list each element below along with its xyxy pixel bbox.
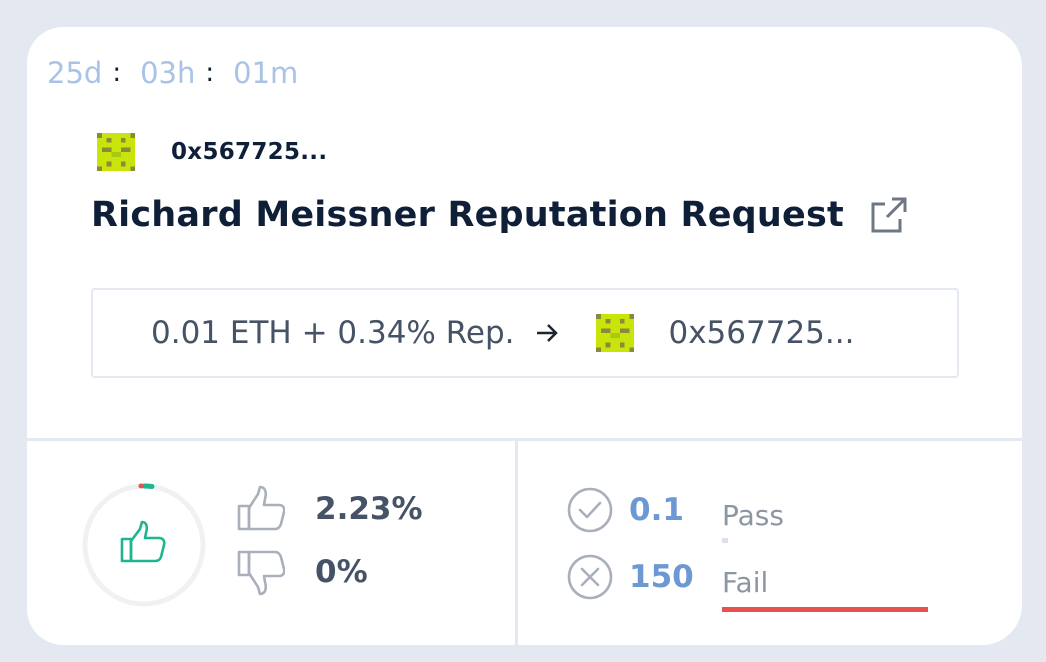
pass-stake-row: 0.1 Pass — [566, 486, 784, 543]
thumbs-up-icon — [120, 520, 166, 563]
creator-address[interactable]: 0x567725... — [171, 139, 327, 165]
creator-avatar[interactable] — [97, 133, 135, 171]
fail-label: Fail — [722, 566, 769, 599]
creator-info[interactable]: 0x567725... — [97, 133, 327, 171]
action-title: Richard Meissner Reputation Request — [91, 195, 844, 235]
check-circle-icon — [567, 487, 613, 533]
thumbs-up-icon[interactable] — [235, 484, 285, 534]
arrow-right-icon — [537, 324, 559, 342]
vote-up-row: 2.23% — [235, 484, 423, 534]
vote-up-percent: 2.23% — [315, 491, 423, 527]
pass-stake-value: 0.1 — [629, 492, 684, 528]
payout-amount: 0.01 ETH + 0.34% Rep. — [151, 315, 515, 351]
countdown-timer: 25d : 03h : 01m — [47, 55, 298, 91]
title-row: Richard Meissner Reputation Request — [91, 195, 908, 235]
section-divider — [27, 438, 1022, 441]
pass-label-wrap: Pass — [722, 486, 784, 543]
recipient-address[interactable]: 0x567725... — [668, 315, 854, 351]
payout-box: 0.01 ETH + 0.34% Rep. 0x567725... — [91, 288, 959, 378]
x-circle-icon — [567, 554, 613, 600]
column-divider — [515, 441, 518, 645]
fail-stake-row: 150 Fail — [566, 553, 928, 612]
fail-stake-value: 150 — [629, 559, 694, 595]
vote-progress-ring — [82, 483, 206, 607]
countdown-minutes: 01m — [233, 56, 299, 90]
pass-label: Pass — [722, 499, 784, 532]
external-link-icon[interactable] — [870, 196, 908, 234]
recipient-avatar[interactable] — [596, 314, 635, 352]
action-card[interactable]: 25d : 03h : 01m 0x567725... Richard Meis… — [27, 27, 1022, 645]
thumbs-down-icon[interactable] — [235, 547, 285, 597]
fail-progress-bar — [722, 607, 928, 612]
countdown-days: 25d — [47, 56, 103, 90]
pass-progress-bar — [722, 538, 728, 543]
fail-label-wrap: Fail — [722, 553, 928, 612]
countdown-hours: 03h — [140, 56, 196, 90]
countdown-separator: : — [205, 58, 215, 88]
countdown-separator: : — [112, 58, 122, 88]
vote-down-percent: 0% — [315, 554, 368, 590]
vote-down-row: 0% — [235, 547, 368, 597]
